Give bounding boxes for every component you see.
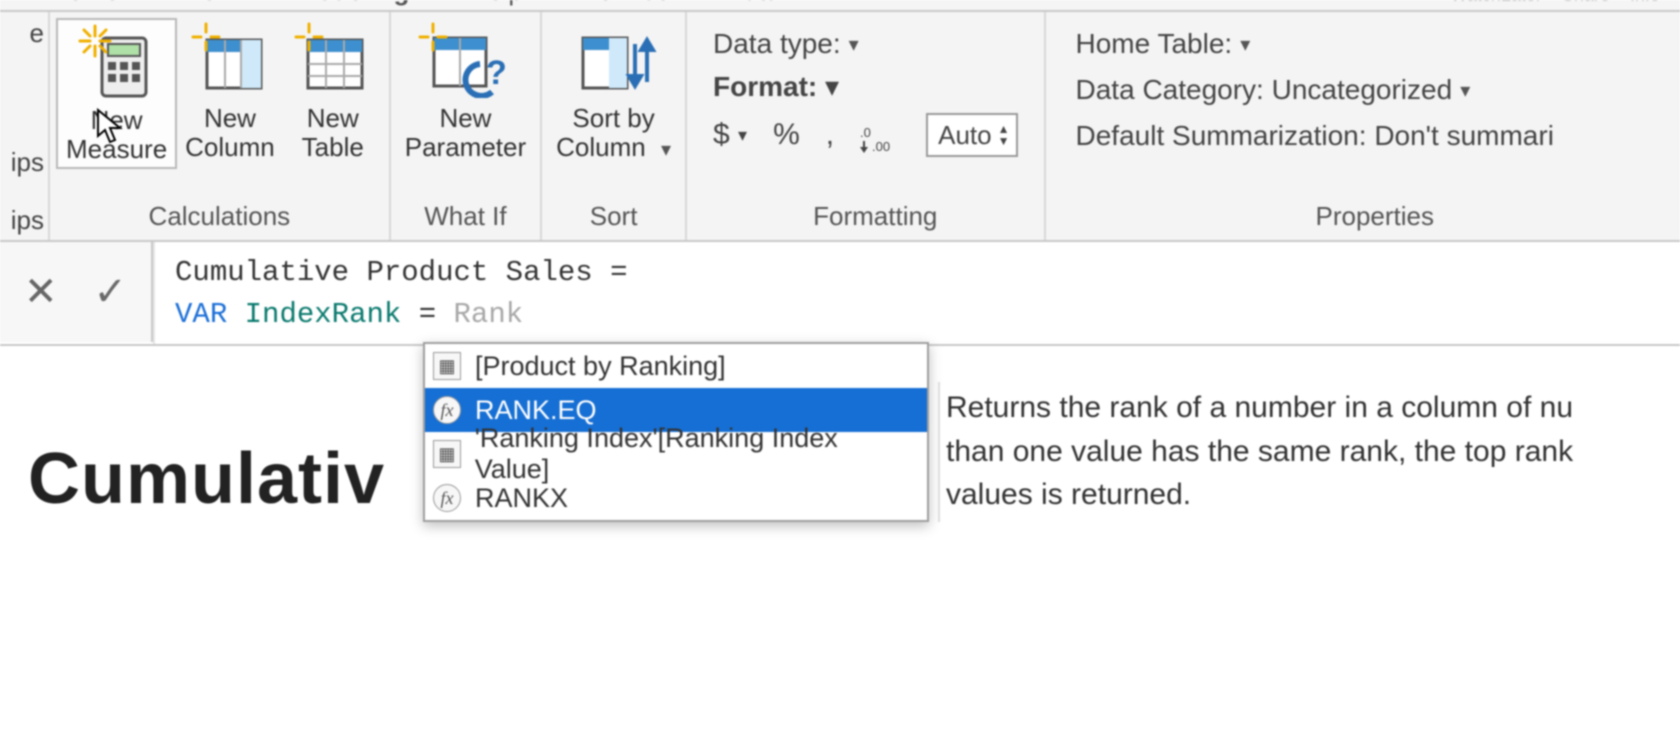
intellisense-item-label: 'Ranking Index'[Ranking Index Value]: [475, 423, 915, 485]
right-link-watchlater[interactable]: WatchLater: [1451, 0, 1562, 6]
sparkle-icon: [78, 24, 112, 58]
function-icon: fx: [433, 396, 461, 424]
chevron-down-icon: [1460, 78, 1470, 103]
formula-commit-button[interactable]: ✓: [94, 269, 128, 315]
group-formatting-label: Formatting: [813, 201, 937, 236]
chevron-down-icon: [1240, 32, 1250, 57]
tab-view[interactable]: View: [149, 0, 265, 7]
svg-text:?: ?: [486, 54, 507, 92]
svg-text:.00: .00: [872, 139, 890, 154]
tab-help[interactable]: Help: [439, 0, 552, 7]
formula-cancel-button[interactable]: ✕: [24, 269, 58, 315]
sparkle-icon: [191, 22, 221, 52]
intellisense-item[interactable]: ▦ [Product by Ranking]: [425, 344, 927, 388]
group-formatting: Data type: Format: ▾ $ ▾ % , .0.00 Auto …: [687, 12, 1046, 240]
intellisense-popup: ▦ [Product by Ranking] fx RANK.EQ ▦ 'Ran…: [423, 342, 929, 522]
visual-title-partial: Cumulativ: [28, 438, 385, 520]
chevron-down-icon: [849, 32, 859, 57]
new-table-label: New Table: [302, 104, 364, 161]
intellisense-item[interactable]: ▦ 'Ranking Index'[Ranking Index Value]: [425, 432, 927, 476]
tab-modeling[interactable]: Modeling: [265, 0, 439, 7]
decimal-places-spinner[interactable]: Auto ▲▼: [926, 113, 1017, 157]
group-sort-label: Sort: [590, 201, 638, 236]
tab-data-drill[interactable]: Data / Drill: [695, 0, 876, 7]
thousands-separator-button[interactable]: ,: [826, 118, 834, 152]
new-column-button[interactable]: New Column: [177, 18, 283, 165]
new-parameter-label: New Parameter: [405, 104, 526, 161]
sort-by-column-button[interactable]: Sort by Column: [548, 18, 679, 165]
group-properties: Home Table: Data Category: Uncategorized…: [1046, 12, 1680, 240]
intellisense-tooltip: Returns the rank of a number in a column…: [940, 386, 1680, 517]
spin-down-icon[interactable]: ▼: [998, 135, 1010, 147]
intellisense-item-label: RANK.EQ: [475, 395, 597, 426]
formula-line-1: Cumulative Product Sales =: [175, 252, 1660, 294]
relationships-frag-3: ips: [0, 205, 46, 236]
ribbon-tabs: Home View Modeling Help Format Data / Dr…: [0, 0, 1680, 12]
right-link-info[interactable]: Info: [1630, 0, 1680, 6]
format-dropdown[interactable]: Format: ▾: [713, 70, 839, 103]
tab-home[interactable]: Home: [20, 0, 149, 7]
measure-icon: ▦: [433, 440, 461, 468]
group-whatif-label: What If: [424, 201, 506, 236]
group-relationships-partial: e ips ips: [0, 12, 50, 240]
chevron-down-icon: [661, 139, 671, 161]
group-properties-label: Properties: [1316, 201, 1435, 236]
svg-text:.0: .0: [860, 125, 871, 140]
sort-by-column-label: Sort by Column: [556, 104, 671, 161]
report-canvas: Cumulativ ▦ [Product by Ranking] fx RANK…: [0, 346, 1680, 729]
group-calculations-label: Calculations: [149, 201, 291, 236]
sparkle-icon: [294, 22, 324, 52]
formula-bar: ✕ ✓ Cumulative Product Sales = VAR Index…: [0, 242, 1680, 346]
currency-button[interactable]: $ ▾: [713, 118, 747, 152]
formula-line-2: VAR IndexRank = Rank: [175, 294, 1660, 336]
new-measure-label: New Measure: [66, 106, 167, 163]
intellisense-item-label: RANKX: [475, 483, 568, 514]
data-type-dropdown[interactable]: Data type:: [713, 28, 859, 60]
new-table-button[interactable]: New Table: [283, 18, 383, 165]
new-column-label: New Column: [185, 104, 275, 161]
group-calculations: New Measure New Column New Table Calcula…: [50, 12, 391, 240]
group-whatif: ? New Parameter What If: [391, 12, 542, 240]
measure-icon: ▦: [433, 352, 461, 380]
group-sort: Sort by Column Sort: [542, 12, 687, 240]
intellisense-item-label: [Product by Ranking]: [475, 351, 726, 382]
percent-button[interactable]: %: [773, 118, 800, 152]
tab-format[interactable]: Format: [553, 0, 695, 7]
new-measure-button[interactable]: New Measure: [56, 18, 177, 169]
new-parameter-button[interactable]: ? New Parameter: [397, 18, 534, 165]
ribbon: e ips ips New Measure New Column: [0, 12, 1680, 242]
function-icon: fx: [433, 484, 461, 512]
home-table-dropdown[interactable]: Home Table:: [1076, 28, 1554, 60]
data-category-dropdown[interactable]: Data Category: Uncategorized: [1076, 74, 1554, 106]
default-summarization-dropdown[interactable]: Default Summarization: Don't summari: [1076, 120, 1554, 152]
relationships-frag-1: e: [0, 18, 46, 88]
decimals-icon: .0.00: [860, 123, 900, 155]
formula-editor[interactable]: Cumulative Product Sales = VAR IndexRank…: [153, 242, 1680, 344]
sort-column-icon: [577, 24, 657, 98]
right-link-share[interactable]: Share: [1562, 0, 1630, 6]
sparkle-icon: [418, 22, 448, 52]
relationships-frag-2: ips: [0, 147, 46, 178]
